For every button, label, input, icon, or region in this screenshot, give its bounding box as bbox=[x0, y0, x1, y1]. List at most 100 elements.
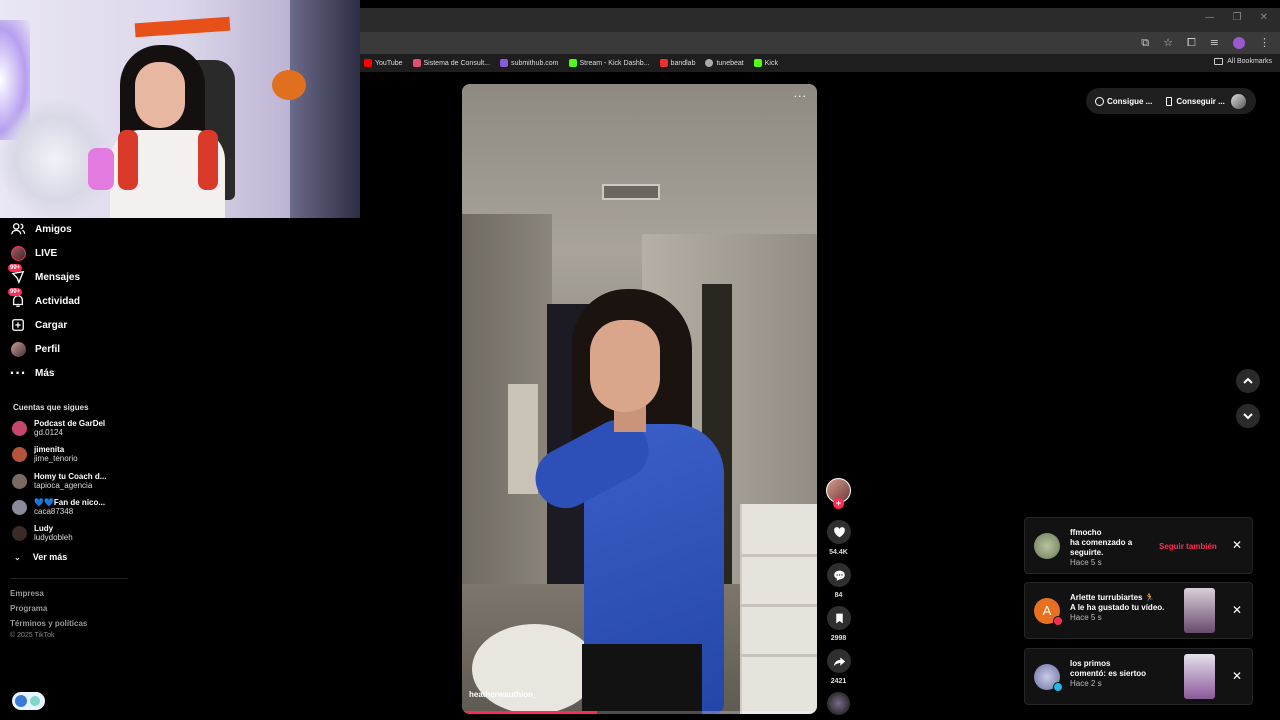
notification-text: los primos comentó: es siertoo Hace 2 s bbox=[1070, 659, 1147, 688]
follow-back-button[interactable]: Seguir también bbox=[1159, 542, 1217, 551]
following-account[interactable]: jimenita jime_tenorio bbox=[12, 445, 78, 463]
window-controls: — ❐ ✕ bbox=[1205, 12, 1268, 23]
bookmarks-bar: YouTube Sistema de Consult... submithub.… bbox=[360, 54, 1280, 72]
bottle bbox=[88, 148, 114, 190]
account-handle: jime_tenorio bbox=[34, 454, 78, 463]
bookmark-kick-dashboard[interactable]: Stream - Kick Dashb... bbox=[568, 59, 650, 67]
menu-kebab-icon[interactable]: ⋮ bbox=[1259, 36, 1270, 50]
bookmark-kick[interactable]: Kick bbox=[753, 59, 778, 67]
following-account[interactable]: Homy tu Coach d... tapioca_agencia bbox=[12, 472, 106, 490]
sidebar-item-live[interactable]: LIVE bbox=[10, 243, 57, 263]
notification-time: Hace 2 s bbox=[1070, 679, 1102, 688]
bookmark-star-icon[interactable]: ☆ bbox=[1163, 36, 1173, 50]
cam-curtain bbox=[290, 0, 360, 218]
bookmark-tunebeat[interactable]: tunebeat bbox=[705, 59, 744, 67]
notification-card[interactable]: los primos comentó: es siertoo Hace 2 s … bbox=[1024, 648, 1253, 705]
sidebar-item-perfil[interactable]: Perfil bbox=[10, 339, 60, 359]
sidebar-item-cargar[interactable]: Cargar bbox=[10, 315, 67, 335]
scene-rug bbox=[472, 624, 597, 714]
following-account[interactable]: Ludy ludydobleh bbox=[12, 524, 73, 542]
video-thumbnail[interactable] bbox=[1184, 588, 1215, 633]
avatar bbox=[12, 499, 27, 515]
webcam-overlay bbox=[0, 0, 360, 218]
minimize-icon[interactable]: — bbox=[1205, 12, 1215, 23]
person-face bbox=[590, 320, 660, 412]
pumpkin-decoration bbox=[272, 70, 306, 100]
sistema-icon bbox=[412, 59, 421, 67]
sidebar-item-actividad[interactable]: 99+ Actividad bbox=[8, 288, 80, 311]
bookmark-youtube[interactable]: YouTube bbox=[364, 59, 403, 67]
bandlab-icon bbox=[659, 59, 668, 67]
notification-card[interactable]: ffmocho ha comenzado a seguirte. Hace 5 … bbox=[1024, 517, 1253, 574]
profile-icon[interactable] bbox=[1233, 37, 1245, 49]
messages-icon: 99+ bbox=[8, 264, 26, 285]
video-author[interactable]: heatherwauthion_ bbox=[469, 690, 537, 699]
youtube-icon bbox=[364, 59, 372, 67]
restore-icon[interactable]: ❐ bbox=[1233, 12, 1242, 23]
comment-button[interactable] bbox=[827, 563, 851, 587]
bookmark-submithub[interactable]: submithub.com bbox=[500, 59, 559, 67]
avatar bbox=[12, 525, 27, 541]
extensions-icon[interactable]: ⧠ bbox=[1187, 36, 1196, 50]
sidebar-item-amigos[interactable]: Amigos bbox=[10, 219, 72, 239]
shelf-line bbox=[740, 554, 817, 557]
divider bbox=[10, 578, 128, 579]
chevron-down-icon bbox=[1243, 413, 1253, 420]
share-count: 2421 bbox=[830, 678, 847, 685]
close-icon[interactable]: ✕ bbox=[1232, 603, 1242, 617]
account-handle: gd.0124 bbox=[34, 428, 63, 437]
footer-link-terminos[interactable]: Términos y políticas bbox=[10, 619, 87, 628]
footer-link-empresa[interactable]: Empresa bbox=[10, 589, 44, 598]
bookmark-bandlab[interactable]: bandlab bbox=[659, 59, 695, 67]
install-app-icon[interactable]: ⧉ bbox=[1141, 36, 1149, 50]
following-account[interactable]: Podcast de GarDel gd.0124 bbox=[12, 419, 105, 437]
share-icon bbox=[833, 656, 845, 666]
video-thumbnail[interactable] bbox=[1184, 654, 1215, 699]
top-actions-pill: Consigue ... Conseguir ... bbox=[1086, 88, 1256, 114]
notification-time: Hace 5 s bbox=[1070, 613, 1102, 622]
avatar bbox=[12, 473, 27, 489]
bookmark-sistema[interactable]: Sistema de Consult... bbox=[412, 59, 490, 67]
chevron-down-icon: ⌄ bbox=[14, 552, 21, 562]
user-avatar[interactable] bbox=[1231, 94, 1246, 109]
comment-count: 84 bbox=[834, 592, 843, 599]
extension-toggle[interactable] bbox=[12, 692, 45, 710]
shelf-line bbox=[740, 604, 817, 607]
footer-link-programa[interactable]: Programa bbox=[10, 604, 47, 613]
coin-icon bbox=[1095, 96, 1104, 106]
video-progress-bar[interactable] bbox=[462, 711, 817, 714]
toolbar-icons: ⧉ ☆ ⧠ ≡ ⋮ bbox=[1141, 36, 1270, 50]
notification-user: Arlette turrubiartes 🏃 bbox=[1070, 593, 1155, 602]
follow-plus-icon[interactable]: + bbox=[833, 498, 844, 509]
get-app-button[interactable]: Conseguir ... bbox=[1166, 96, 1225, 106]
notification-card[interactable]: A Arlette turrubiartes 🏃 A le ha gustado… bbox=[1024, 582, 1253, 639]
save-button[interactable] bbox=[827, 606, 851, 630]
scene-shelf bbox=[740, 504, 817, 714]
next-video-button[interactable] bbox=[1236, 404, 1260, 428]
avatar bbox=[12, 420, 27, 436]
close-icon[interactable]: ✕ bbox=[1232, 538, 1242, 552]
all-bookmarks-button[interactable]: All Bookmarks bbox=[1214, 58, 1272, 65]
close-window-icon[interactable]: ✕ bbox=[1260, 12, 1268, 23]
like-button[interactable] bbox=[827, 520, 851, 544]
following-account[interactable]: 💙💙Fan de nico... caca87348 bbox=[12, 498, 105, 516]
media-control-icon[interactable]: ≡ bbox=[1210, 36, 1219, 50]
music-disc-icon[interactable] bbox=[827, 692, 850, 715]
address-bar: ⧉ ☆ ⧠ ≡ ⋮ bbox=[360, 32, 1280, 54]
sidebar-item-mensajes[interactable]: 99+ Mensajes bbox=[8, 264, 80, 287]
see-more-button[interactable]: ⌄ Ver más bbox=[14, 552, 67, 562]
close-icon[interactable]: ✕ bbox=[1232, 669, 1242, 683]
more-options-icon[interactable]: ··· bbox=[794, 90, 808, 103]
like-badge-icon bbox=[1053, 616, 1063, 626]
get-coins-button[interactable]: Consigue ... bbox=[1095, 96, 1152, 106]
scene-vent bbox=[602, 184, 660, 200]
sidebar-item-mas[interactable]: ··· Más bbox=[10, 363, 55, 383]
share-button[interactable] bbox=[827, 649, 851, 673]
previous-video-button[interactable] bbox=[1236, 369, 1260, 393]
video-progress-fill bbox=[462, 711, 597, 714]
messages-badge: 99+ bbox=[8, 264, 23, 272]
phone-icon bbox=[1166, 96, 1173, 106]
video-player[interactable]: ··· heatherwauthion_ bbox=[462, 84, 817, 714]
notification-text: ffmocho ha comenzado a seguirte. Hace 5 … bbox=[1070, 528, 1133, 567]
avatar bbox=[12, 446, 27, 462]
